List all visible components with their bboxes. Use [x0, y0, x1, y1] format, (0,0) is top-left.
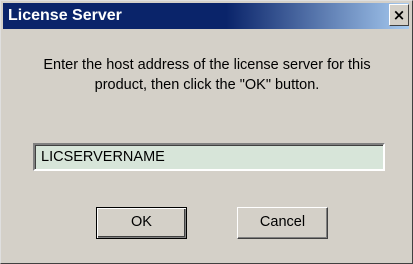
instruction-line-2: product, then click the "OK" button. — [94, 77, 320, 93]
title-bar[interactable]: License Server × — [3, 3, 409, 29]
instruction-line-1: Enter the host address of the license se… — [43, 57, 371, 73]
ok-button[interactable]: OK — [96, 207, 187, 239]
dialog-title: License Server — [8, 7, 122, 24]
cancel-button[interactable]: Cancel — [237, 207, 328, 239]
close-button[interactable]: × — [389, 4, 409, 26]
instruction-text: Enter the host address of the license se… — [21, 55, 393, 95]
license-server-dialog: License Server × Enter the host address … — [0, 0, 413, 264]
close-icon: × — [392, 6, 406, 24]
host-address-input[interactable] — [33, 143, 385, 171]
